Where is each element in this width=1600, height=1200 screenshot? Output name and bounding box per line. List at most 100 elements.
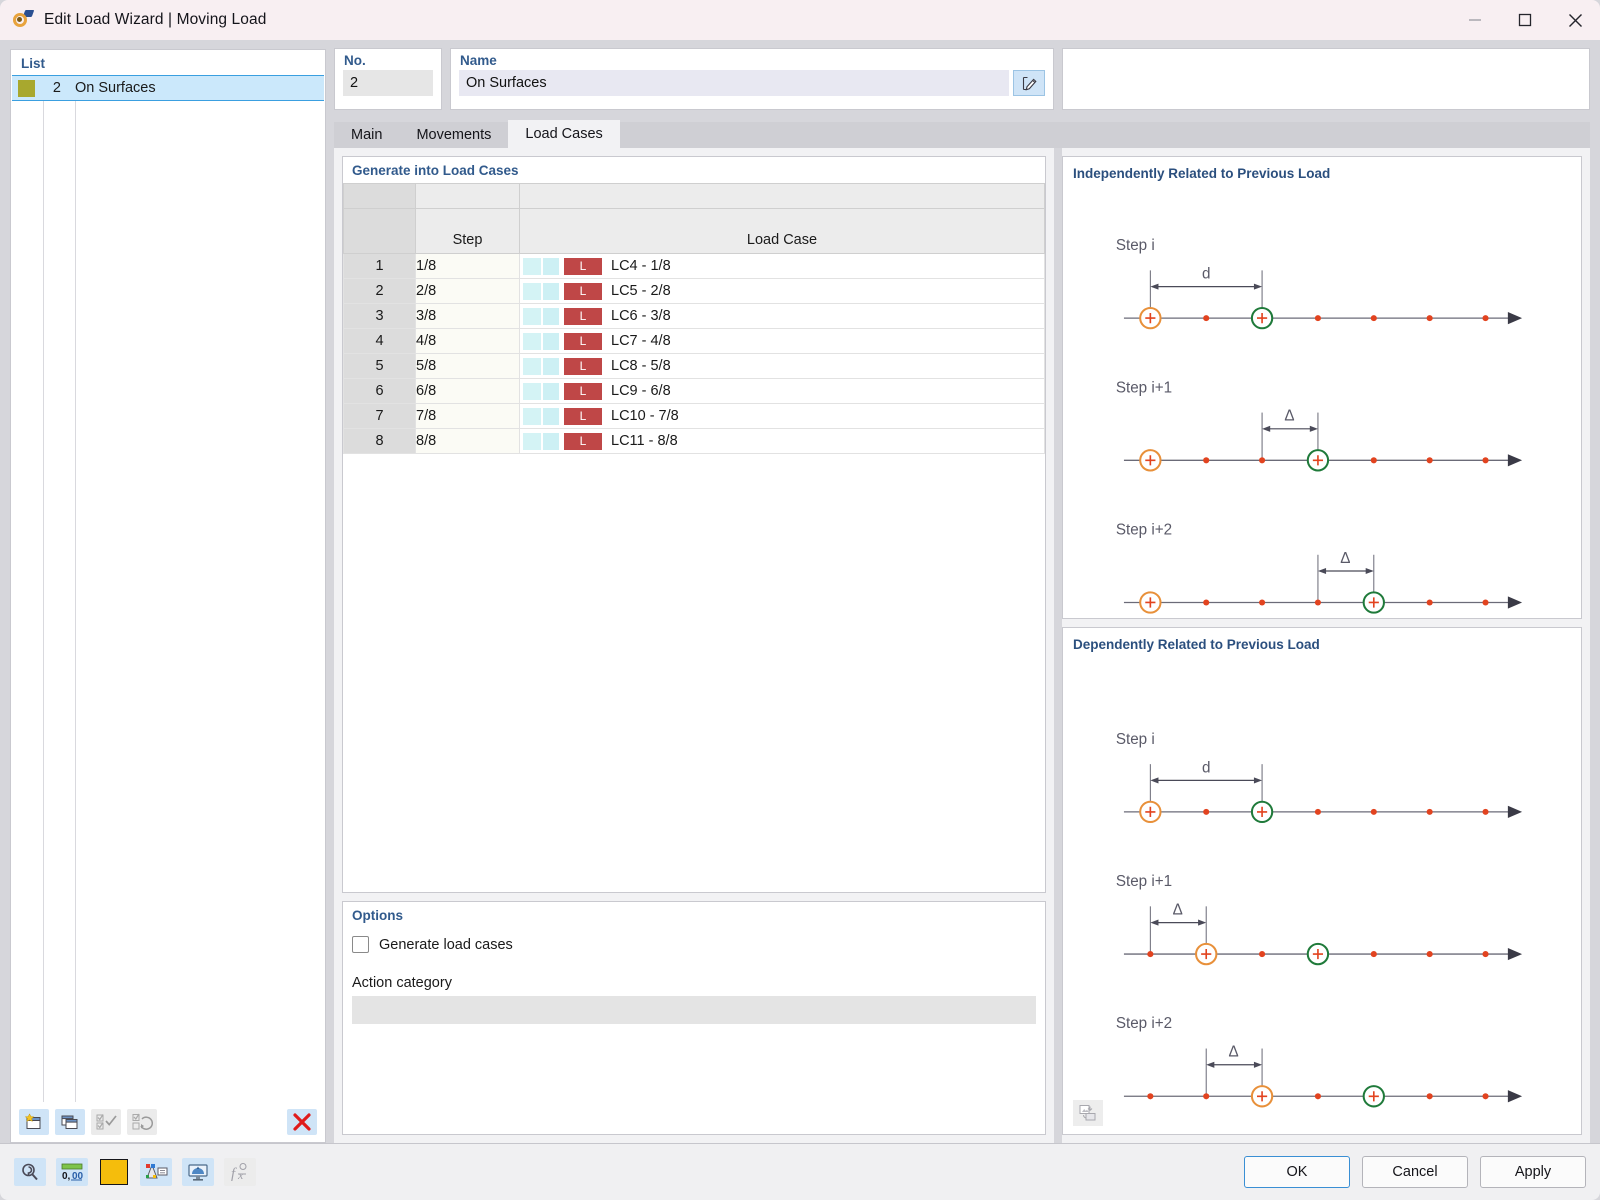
svg-text:f: f [231, 1166, 237, 1182]
table-row[interactable]: 6 6/8 L LC9 - 6/8 [344, 379, 1045, 404]
tab-strip: Main Movements Load Cases [334, 120, 1590, 148]
load-cases-table[interactable]: Step Load Case 1 1/8 L LC4 - 1/ [343, 183, 1045, 454]
title-bar: Edit Load Wizard | Moving Load [0, 0, 1600, 40]
dependent-step-1-label: Step i+1 [1116, 873, 1172, 890]
color-swatch-icon [18, 80, 35, 97]
row-load-case[interactable]: L LC5 - 2/8 [520, 279, 1045, 304]
generate-into-load-cases-section: Generate into Load Cases Step Load Case [342, 156, 1046, 893]
maximize-icon[interactable] [1500, 0, 1550, 40]
independent-diagram-panel: Independently Related to Previous Load S… [1062, 156, 1582, 619]
table-row[interactable]: 1 1/8 L LC4 - 1/8 [344, 254, 1045, 279]
row-step[interactable]: 2/8 [416, 279, 520, 304]
options-section: Options Generate load cases Action categ… [342, 901, 1046, 1135]
list-body[interactable]: 2 On Surfaces [11, 75, 325, 1102]
display-props-icon[interactable] [140, 1158, 172, 1186]
row-load-case[interactable]: L LC7 - 4/8 [520, 329, 1045, 354]
row-load-case[interactable]: L LC8 - 5/8 [520, 354, 1045, 379]
row-step[interactable]: 8/8 [416, 429, 520, 454]
generate-load-cases-row[interactable]: Generate load cases [343, 928, 1045, 953]
chip-a-icon [523, 408, 541, 425]
row-load-case[interactable]: L LC4 - 1/8 [520, 254, 1045, 279]
render-icon[interactable] [182, 1158, 214, 1186]
row-step[interactable]: 1/8 [416, 254, 520, 279]
row-step[interactable]: 7/8 [416, 404, 520, 429]
action-category-label: Action category [343, 953, 1045, 996]
row-index: 3 [344, 304, 416, 329]
chip-b-icon [543, 383, 559, 400]
load-case-label: LC4 - 1/8 [611, 258, 671, 274]
load-badge: L [564, 358, 602, 375]
name-label: Name [451, 49, 1053, 70]
row-load-case[interactable]: L LC11 - 8/8 [520, 429, 1045, 454]
load-badge: L [564, 308, 602, 325]
col-header-load-case: Load Case [520, 209, 1045, 254]
action-category-select[interactable] [352, 996, 1036, 1024]
table-row[interactable]: 2 2/8 L LC5 - 2/8 [344, 279, 1045, 304]
chip-b-icon [543, 258, 559, 275]
load-badge: L [564, 433, 602, 450]
invert-selection-button [127, 1109, 157, 1135]
load-case-label: LC7 - 4/8 [611, 333, 671, 349]
magnifier-icon[interactable] [14, 1158, 46, 1186]
table-row[interactable]: 3 3/8 L LC6 - 3/8 [344, 304, 1045, 329]
independent-step-1-dim: Δ [1284, 408, 1294, 425]
number-label: No. [335, 49, 441, 70]
comment-field[interactable] [1062, 48, 1590, 110]
close-icon[interactable] [1550, 0, 1600, 40]
tab-main[interactable]: Main [334, 122, 399, 148]
chip-b-icon [543, 433, 559, 450]
ok-button[interactable]: OK [1244, 1156, 1350, 1188]
main-area: No. 2 Name On Surfaces [334, 48, 1590, 1143]
tab-load-cases[interactable]: Load Cases [508, 120, 619, 148]
row-load-case[interactable]: L LC10 - 7/8 [520, 404, 1045, 429]
number-input[interactable]: 2 [343, 70, 433, 96]
chip-a-icon [523, 333, 541, 350]
row-step[interactable]: 5/8 [416, 354, 520, 379]
cancel-button[interactable]: Cancel [1362, 1156, 1468, 1188]
load-cases-column: Generate into Load Cases Step Load Case [334, 148, 1054, 1143]
load-case-label: LC8 - 5/8 [611, 358, 671, 374]
row-load-case[interactable]: L LC6 - 3/8 [520, 304, 1045, 329]
load-badge: L [564, 408, 602, 425]
chip-b-icon [543, 333, 559, 350]
list-item[interactable]: 2 On Surfaces [12, 75, 324, 101]
generate-load-cases-checkbox[interactable] [352, 936, 369, 953]
table-row[interactable]: 8 8/8 L LC11 - 8/8 [344, 429, 1045, 454]
independent-step-0-dim: d [1202, 266, 1210, 283]
name-field-group: Name On Surfaces [450, 48, 1054, 110]
tab-filler [620, 122, 1590, 148]
independent-diagram: Step i d [1063, 181, 1581, 618]
col-header-step: Step [416, 209, 520, 254]
edit-pencil-icon[interactable] [1013, 70, 1045, 96]
formula-icon: f x [224, 1158, 256, 1186]
new-item-button[interactable] [19, 1109, 49, 1135]
table-row[interactable]: 7 7/8 L LC10 - 7/8 [344, 404, 1045, 429]
row-step[interactable]: 6/8 [416, 379, 520, 404]
minimize-icon[interactable] [1450, 0, 1500, 40]
load-case-label: LC6 - 3/8 [611, 308, 671, 324]
generate-section-title: Generate into Load Cases [343, 157, 1045, 183]
table-row[interactable]: 4 4/8 L LC7 - 4/8 [344, 329, 1045, 354]
name-input[interactable]: On Surfaces [459, 70, 1009, 96]
row-index: 5 [344, 354, 416, 379]
numbers-icon[interactable]: 0, 00 [56, 1158, 88, 1186]
row-index: 1 [344, 254, 416, 279]
list-item-label: On Surfaces [67, 80, 156, 96]
col-header-index [344, 209, 416, 254]
table-row[interactable]: 5 5/8 L LC8 - 5/8 [344, 354, 1045, 379]
row-index: 6 [344, 379, 416, 404]
color-swatch-icon[interactable] [98, 1158, 130, 1186]
dependent-step-1-dim: Δ [1173, 901, 1183, 918]
row-step[interactable]: 4/8 [416, 329, 520, 354]
chip-b-icon [543, 358, 559, 375]
load-wizard-icon [12, 9, 34, 31]
independent-diagram-title: Independently Related to Previous Load [1063, 157, 1581, 181]
tab-movements[interactable]: Movements [399, 122, 508, 148]
apply-button[interactable]: Apply [1480, 1156, 1586, 1188]
row-load-case[interactable]: L LC9 - 6/8 [520, 379, 1045, 404]
export-image-icon [1073, 1100, 1103, 1126]
row-step[interactable]: 3/8 [416, 304, 520, 329]
delete-item-button[interactable] [287, 1109, 317, 1135]
independent-step-1-label: Step i+1 [1116, 379, 1172, 396]
copy-item-button[interactable] [55, 1109, 85, 1135]
